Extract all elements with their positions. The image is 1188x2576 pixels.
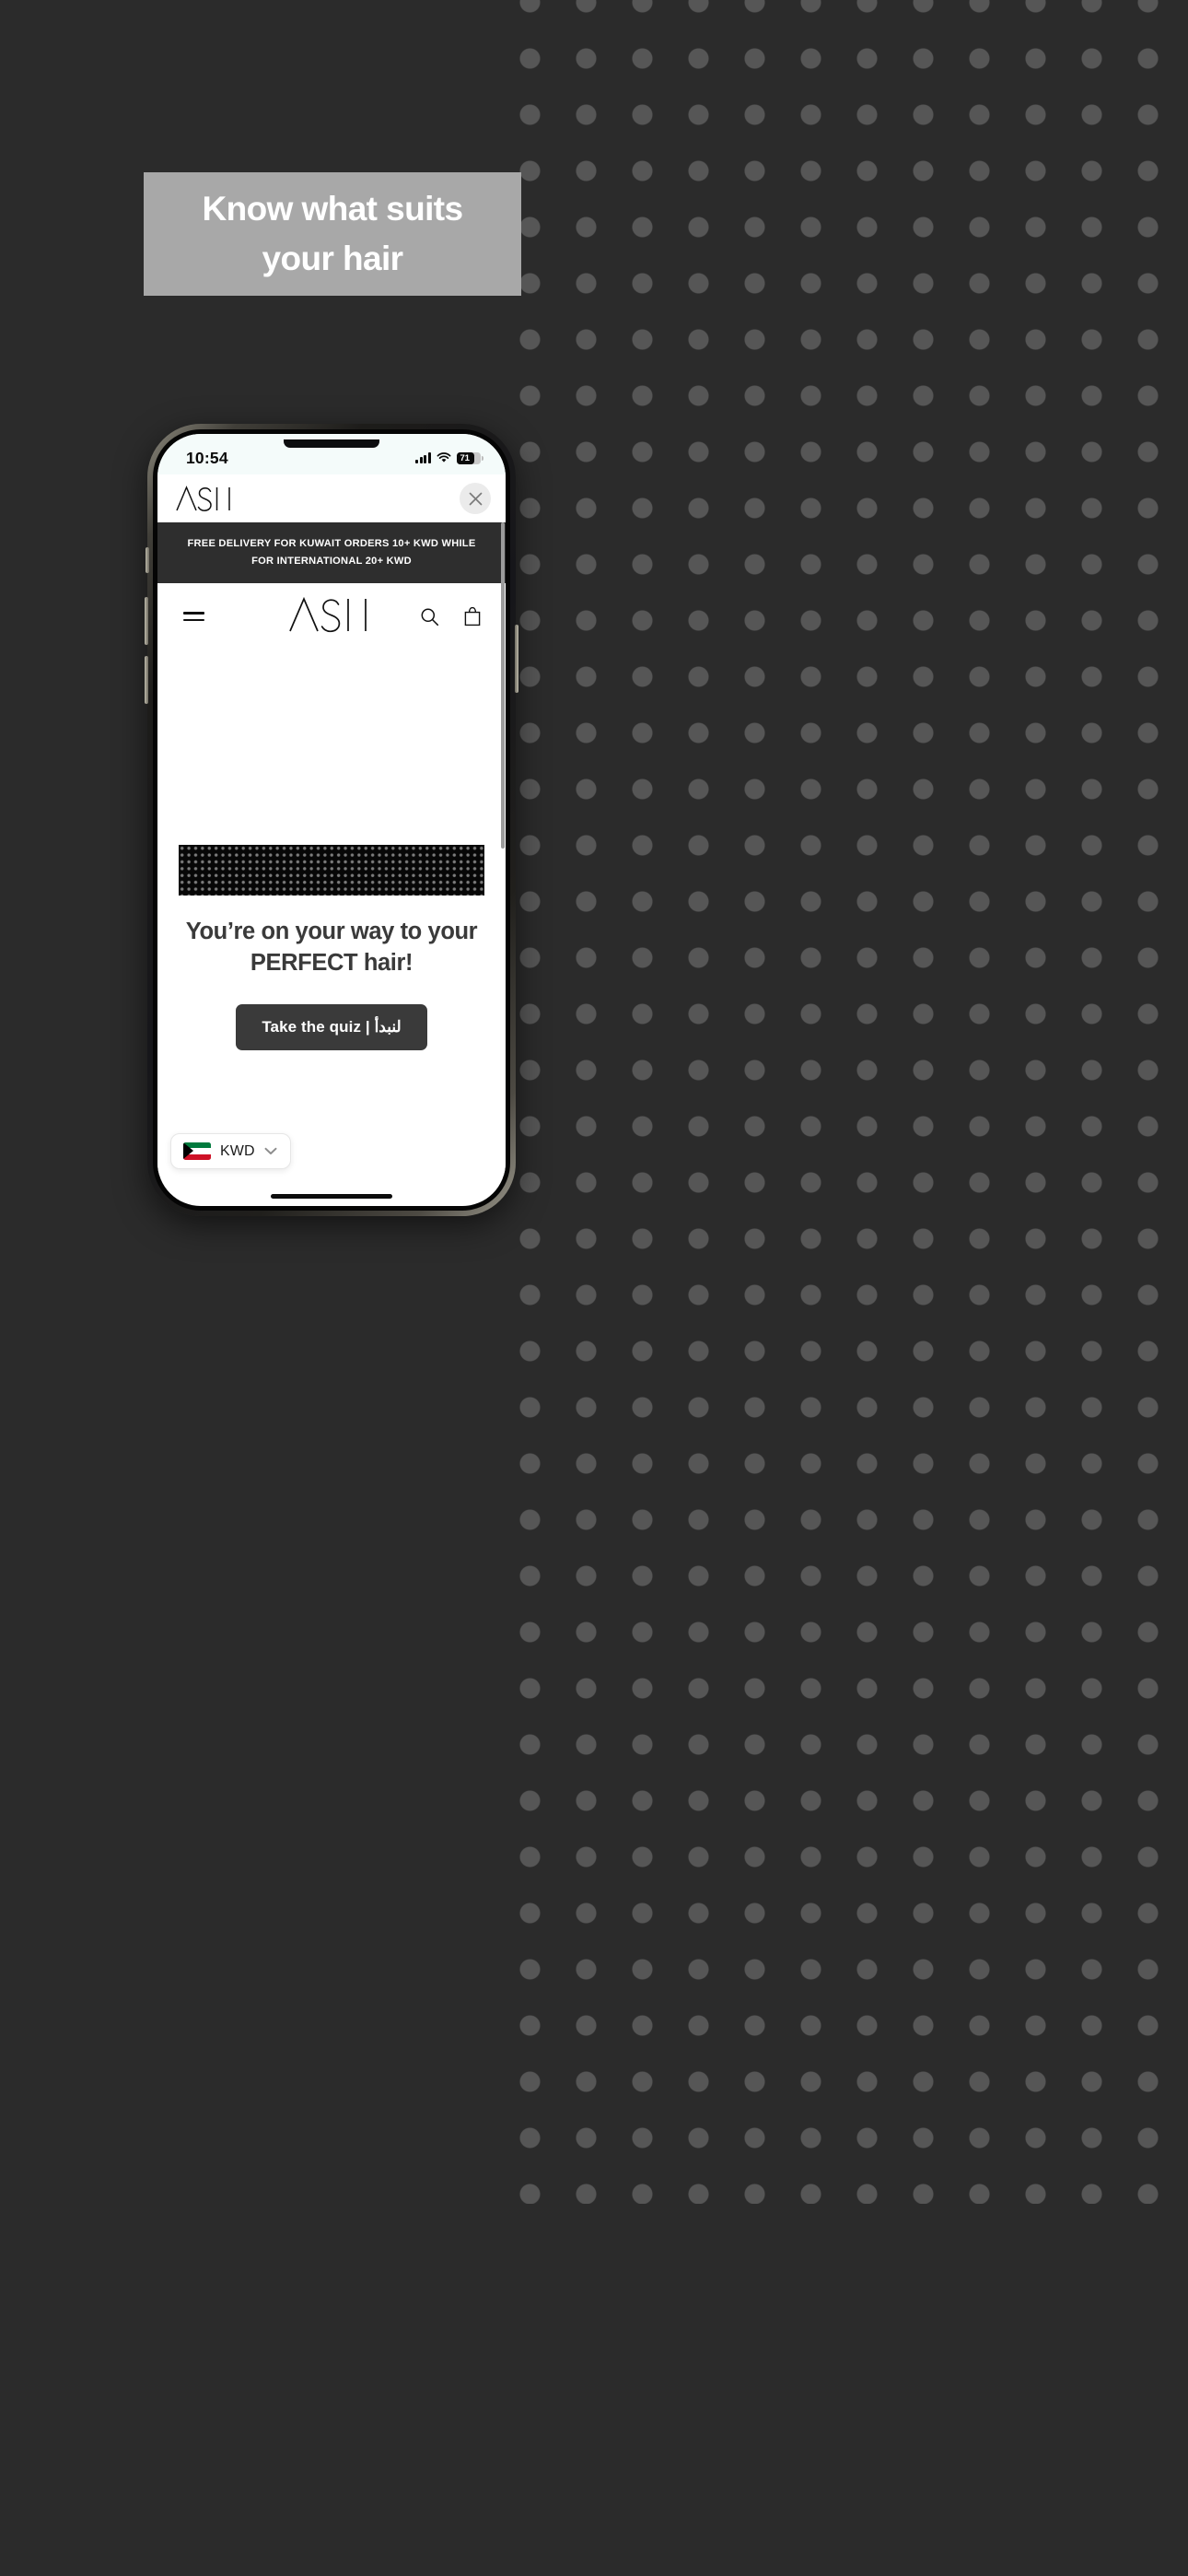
volume-up-button[interactable]	[145, 597, 148, 645]
scrollbar-thumb[interactable]	[501, 522, 505, 849]
hero-halftone-graphic	[179, 845, 484, 896]
headline-banner: Know what suits your hair	[144, 172, 521, 296]
search-icon[interactable]	[420, 607, 439, 626]
site-brand-logo[interactable]	[287, 595, 376, 638]
hamburger-menu-icon[interactable]	[183, 612, 204, 621]
phone-mockup: 10:54 71 FREE DELIVERY FOR KUWAIT ORDERS…	[145, 424, 518, 1216]
chevron-down-icon	[264, 1147, 277, 1155]
cellular-signal-icon	[415, 452, 431, 463]
phone-screen: 10:54 71 FREE DELIVERY FOR KUWAIT ORDERS…	[157, 434, 506, 1206]
home-indicator	[271, 1194, 392, 1199]
volume-down-button[interactable]	[145, 656, 148, 704]
kuwait-flag-icon	[183, 1142, 211, 1160]
battery-icon: 71	[457, 451, 483, 464]
dynamic-island	[284, 439, 379, 448]
browser-brand-logo	[175, 485, 236, 512]
status-indicators: 71	[415, 451, 483, 464]
status-time: 10:54	[186, 448, 228, 467]
silent-switch-button[interactable]	[146, 547, 149, 573]
currency-selector[interactable]: KWD	[170, 1133, 291, 1169]
shopping-bag-icon[interactable]	[463, 606, 482, 626]
power-button[interactable]	[515, 625, 518, 693]
take-quiz-button[interactable]: Take the quiz | لنبدأ	[236, 1004, 427, 1051]
site-navigation	[157, 583, 506, 650]
dot-pattern-background	[502, 0, 1188, 2204]
nav-action-icons	[420, 606, 482, 626]
hero-title: You’re on your way to your PERFECT hair!	[185, 919, 478, 976]
close-icon[interactable]	[460, 483, 491, 514]
scrollbar[interactable]	[501, 522, 505, 1175]
hero-spacer	[157, 650, 506, 845]
currency-code: KWD	[220, 1142, 255, 1159]
headline-text: Know what suits your hair	[202, 189, 464, 277]
promo-page: Know what suits your hair 10:54 71 FREE …	[0, 0, 1188, 2576]
website-viewport: FREE DELIVERY FOR KUWAIT ORDERS 10+ KWD …	[157, 522, 506, 1175]
browser-header	[157, 474, 506, 522]
cta-container: Take the quiz | لنبدأ	[157, 1004, 506, 1051]
battery-percent: 71	[460, 452, 470, 463]
announcement-bar: FREE DELIVERY FOR KUWAIT ORDERS 10+ KWD …	[157, 522, 506, 584]
wifi-icon	[437, 452, 451, 463]
